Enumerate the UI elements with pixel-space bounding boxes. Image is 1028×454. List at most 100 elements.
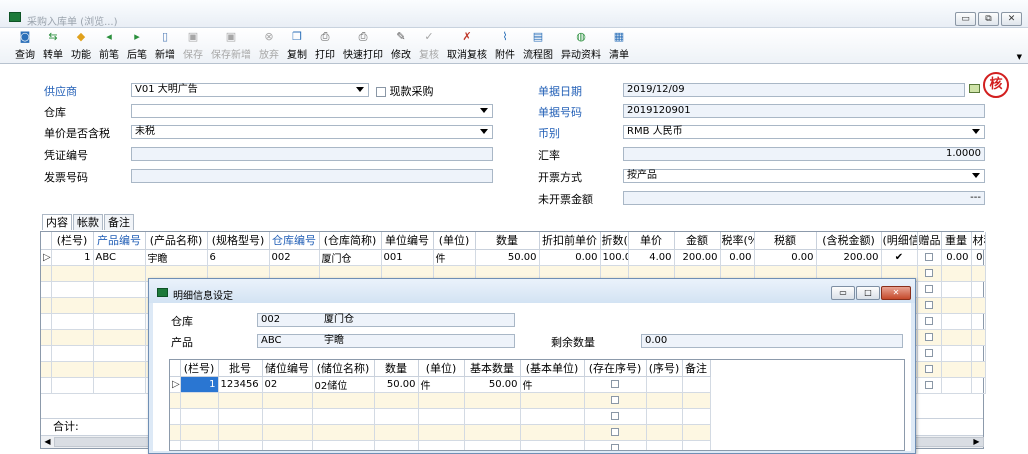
dialog-maximize-button[interactable]: □: [856, 286, 880, 300]
toolbar-button-2[interactable]: ◆ 功能: [71, 28, 91, 63]
row-marker[interactable]: [41, 281, 52, 298]
warehouse-select[interactable]: [131, 104, 493, 118]
row-marker[interactable]: [41, 297, 52, 314]
row-marker[interactable]: [170, 408, 181, 425]
table-cell[interactable]: 50.00: [464, 376, 521, 393]
table-cell[interactable]: [374, 392, 419, 409]
column-header[interactable]: 税额: [754, 232, 817, 250]
table-cell[interactable]: [51, 265, 94, 282]
table-row[interactable]: [170, 424, 711, 441]
column-header[interactable]: 重量: [941, 232, 972, 250]
table-cell[interactable]: [218, 408, 263, 425]
table-cell[interactable]: 0: [971, 249, 986, 266]
table-cell[interactable]: [584, 392, 647, 409]
table-cell[interactable]: 宇瞻: [145, 249, 208, 266]
table-cell[interactable]: [418, 440, 465, 450]
scroll-left-icon[interactable]: ◀: [41, 436, 54, 448]
table-cell[interactable]: [917, 297, 942, 314]
table-cell[interactable]: 50.00: [374, 376, 419, 393]
toolbar-button-4[interactable]: ▸ 后笔: [127, 28, 147, 63]
cash-purchase-checkbox[interactable]: 现款采购: [376, 83, 434, 99]
table-cell[interactable]: [51, 297, 94, 314]
table-cell[interactable]: 1: [180, 376, 219, 393]
toolbar-button-17[interactable]: ◍ 异动资料: [561, 28, 601, 63]
row-marker[interactable]: [41, 345, 52, 362]
invoice-method-select[interactable]: 按产品: [623, 169, 985, 183]
table-cell[interactable]: [93, 329, 146, 346]
row-marker[interactable]: [170, 424, 181, 441]
table-cell[interactable]: [971, 345, 986, 362]
table-cell[interactable]: [941, 329, 972, 346]
table-cell[interactable]: [180, 440, 219, 450]
table-cell[interactable]: [682, 376, 711, 393]
table-cell[interactable]: [180, 408, 219, 425]
table-cell[interactable]: [682, 392, 711, 409]
table-cell[interactable]: [520, 440, 585, 450]
dialog-column-header[interactable]: 基本数量: [464, 360, 521, 377]
table-row[interactable]: ▷1ABC宇瞻6002厦门仓001件50.000.00100.004.00200…: [41, 249, 986, 266]
column-header[interactable]: 仓库编号: [269, 232, 320, 250]
row-marker[interactable]: [41, 361, 52, 378]
tab-accounts[interactable]: 帐款: [73, 214, 103, 230]
toolbar-button-18[interactable]: ▦ 清单: [609, 28, 629, 63]
table-cell[interactable]: [51, 281, 94, 298]
dialog-column-header[interactable]: (单位): [418, 360, 465, 377]
minimize-button[interactable]: ▭: [955, 12, 976, 26]
toolbar-button-13[interactable]: ✓ 复核: [419, 28, 439, 63]
toolbar-button-7[interactable]: ▣ 保存新增: [211, 28, 251, 63]
doc-no-field[interactable]: 2019120901: [623, 104, 985, 118]
table-cell[interactable]: [971, 329, 986, 346]
column-header[interactable]: 金额: [674, 232, 721, 250]
table-cell[interactable]: [584, 424, 647, 441]
table-cell[interactable]: [262, 424, 313, 441]
table-cell[interactable]: 200.00: [674, 249, 721, 266]
table-cell[interactable]: [312, 440, 375, 450]
table-cell[interactable]: [971, 313, 986, 330]
row-marker[interactable]: [170, 440, 181, 450]
table-cell[interactable]: [941, 281, 972, 298]
table-cell[interactable]: [93, 297, 146, 314]
table-cell[interactable]: [374, 424, 419, 441]
column-header[interactable]: 赠品: [917, 232, 942, 250]
table-cell[interactable]: [180, 392, 219, 409]
table-cell[interactable]: [520, 392, 585, 409]
table-cell[interactable]: [941, 265, 972, 282]
restore-button[interactable]: ⧉: [978, 12, 999, 26]
row-marker[interactable]: [41, 313, 52, 330]
table-cell[interactable]: [464, 440, 521, 450]
table-cell[interactable]: 0.00: [941, 249, 972, 266]
column-header[interactable]: 材积: [971, 232, 986, 250]
dialog-column-header[interactable]: (储位名称): [312, 360, 375, 377]
toolbar-button-9[interactable]: ❐ 复制: [287, 28, 307, 63]
price-tax-select[interactable]: 未税: [131, 125, 493, 139]
table-cell[interactable]: [584, 376, 647, 393]
table-cell[interactable]: [941, 345, 972, 362]
table-cell[interactable]: [646, 408, 683, 425]
table-cell[interactable]: [93, 377, 146, 394]
table-cell[interactable]: ✔: [881, 249, 918, 266]
table-cell[interactable]: [51, 345, 94, 362]
table-cell[interactable]: [93, 361, 146, 378]
table-cell[interactable]: [374, 440, 419, 450]
table-cell[interactable]: [646, 424, 683, 441]
table-cell[interactable]: 4.00: [628, 249, 675, 266]
table-cell[interactable]: [464, 408, 521, 425]
table-cell[interactable]: [917, 265, 942, 282]
row-marker[interactable]: ▷: [170, 376, 181, 393]
table-cell[interactable]: [584, 408, 647, 425]
table-cell[interactable]: 002: [269, 249, 320, 266]
table-cell[interactable]: 02: [262, 376, 313, 393]
table-cell[interactable]: [312, 408, 375, 425]
close-button[interactable]: ✕: [1001, 12, 1022, 26]
tab-remarks[interactable]: 备注: [104, 214, 134, 230]
table-cell[interactable]: [941, 297, 972, 314]
table-cell[interactable]: [312, 424, 375, 441]
toolbar-button-5[interactable]: ▯ 新增: [155, 28, 175, 63]
column-header[interactable]: (栏号): [51, 232, 94, 250]
column-header[interactable]: 折数(%): [600, 232, 629, 250]
table-cell[interactable]: 6: [207, 249, 270, 266]
column-header[interactable]: (规格型号): [207, 232, 270, 250]
table-cell[interactable]: [646, 440, 683, 450]
table-cell[interactable]: [941, 361, 972, 378]
table-cell[interactable]: [218, 440, 263, 450]
